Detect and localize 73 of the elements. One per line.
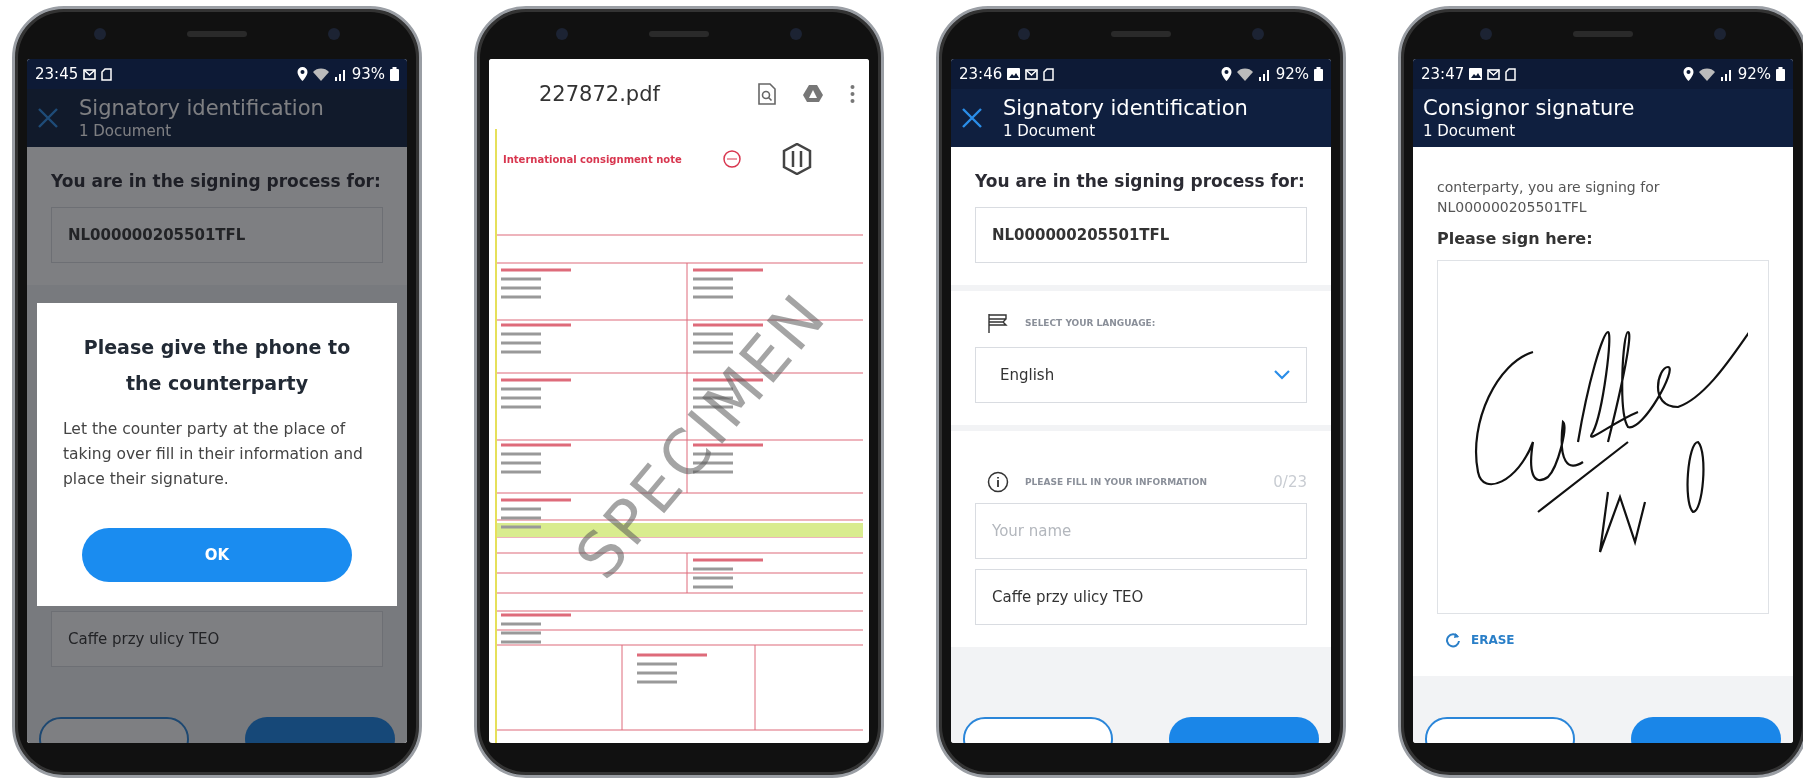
signing-message: conterparty, you are signing for NL000000205501TFL xyxy=(1437,178,1661,217)
search-document-icon[interactable] xyxy=(758,83,776,105)
sign-label: Please sign here: xyxy=(1437,229,1594,248)
document-count: 1 Document xyxy=(1423,121,1517,141)
mail-icon xyxy=(1487,68,1501,80)
information-label: PLEASE FILL IN YOUR INFORMATION xyxy=(1025,477,1208,487)
battery-icon xyxy=(390,67,399,81)
screen-title: Consignor signature xyxy=(1423,95,1635,121)
camera-icon xyxy=(1017,27,1031,41)
location-pin-icon xyxy=(296,67,308,81)
camera-icon xyxy=(1479,27,1493,41)
wifi-icon xyxy=(312,67,329,81)
chevron-down-icon xyxy=(1274,370,1290,380)
sensor-icon xyxy=(789,27,803,41)
battery-percentage: 92% xyxy=(1275,65,1309,83)
battery-percentage: 93% xyxy=(351,65,385,83)
refresh-icon xyxy=(1445,632,1461,648)
erase-button[interactable]: ERASE xyxy=(1437,626,1523,654)
wifi-icon xyxy=(1698,67,1715,81)
reference-field: NL000000205501TFL xyxy=(975,207,1307,263)
location-pin-icon xyxy=(1220,67,1232,81)
signal-icon xyxy=(1257,67,1271,81)
drive-icon[interactable] xyxy=(802,84,824,104)
sim-card-icon xyxy=(101,67,113,81)
reference-field: NL000000205501TFL xyxy=(51,207,383,263)
file-name: 227872.pdf xyxy=(539,82,662,106)
signature-pad[interactable] xyxy=(1437,260,1769,614)
input-field[interactable]: Caffe przy ulicy TEO xyxy=(51,611,383,667)
battery-icon xyxy=(1314,67,1323,81)
input-field[interactable]: Caffe przy ulicy TEO xyxy=(975,569,1307,625)
info-icon xyxy=(987,471,1009,493)
sensor-icon xyxy=(1251,27,1265,41)
location-pin-icon xyxy=(1682,67,1694,81)
screen-title: Signatory identification xyxy=(1003,95,1248,121)
screen-title: Signatory identification xyxy=(79,95,324,121)
input-field[interactable]: Your name xyxy=(975,503,1307,559)
clock-time: 23:46 xyxy=(959,65,1003,83)
dialog-message: Let the counter party at the place of taking over fill in their information and place their signature. xyxy=(63,419,364,490)
speaker-grille xyxy=(1111,31,1171,37)
sim-card-icon xyxy=(1505,67,1517,81)
sensor-icon xyxy=(327,27,341,41)
clock-time: 23:45 xyxy=(35,65,79,83)
close-icon[interactable] xyxy=(961,107,983,129)
stamp-icon xyxy=(721,149,742,169)
mail-icon xyxy=(83,68,97,80)
battery-icon xyxy=(1776,67,1785,81)
logo-icon xyxy=(781,143,812,175)
camera-icon xyxy=(555,27,569,41)
sim-card-icon xyxy=(1043,67,1055,81)
signal-icon xyxy=(1719,67,1733,81)
document-title: International consignment note xyxy=(503,153,682,165)
battery-percentage: 92% xyxy=(1737,65,1771,83)
ok-button[interactable]: OK xyxy=(82,528,352,582)
wifi-icon xyxy=(1236,67,1253,81)
image-icon xyxy=(1469,68,1483,80)
signing-prompt: You are in the signing process for: xyxy=(975,170,1306,193)
language-dropdown[interactable]: English xyxy=(975,347,1307,403)
camera-icon xyxy=(93,27,107,41)
speaker-grille xyxy=(187,31,247,37)
signing-prompt: You are in the signing process for: xyxy=(51,170,382,193)
document-count: 1 Document xyxy=(1003,121,1097,141)
dialog-title: Please give the phone to the counterparty xyxy=(82,335,352,396)
signal-icon xyxy=(333,67,347,81)
document-count: 1 Document xyxy=(79,121,173,141)
flag-icon xyxy=(987,313,1009,333)
image-icon xyxy=(1007,68,1021,80)
more-vertical-icon[interactable] xyxy=(850,84,855,104)
language-label: SELECT YOUR LANGUAGE: xyxy=(1025,318,1156,328)
sensor-icon xyxy=(1713,27,1727,41)
speaker-grille xyxy=(649,31,709,37)
clock-time: 23:47 xyxy=(1421,65,1465,83)
mail-icon xyxy=(1025,68,1039,80)
speaker-grille xyxy=(1573,31,1633,37)
